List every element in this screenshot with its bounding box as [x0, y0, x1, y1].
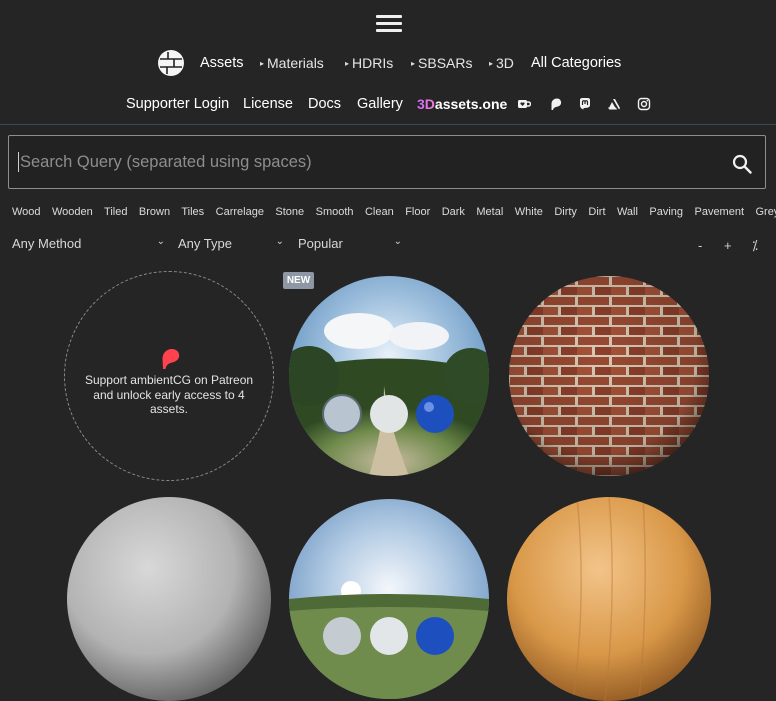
tag-chip[interactable]: Paving	[649, 206, 683, 218]
ambientcg-logo[interactable]	[158, 50, 184, 76]
tag-chip[interactable]: Floor	[405, 206, 430, 218]
nav-sbsars[interactable]: ▸ SBSARs	[411, 55, 472, 71]
tag-list: Wood Wooden Tiled Brown Tiles Carrelage …	[12, 206, 776, 222]
tag-chip[interactable]: Dirt	[588, 206, 605, 218]
tag-chip[interactable]: Clean	[365, 206, 394, 218]
sort-select-value: Popular	[298, 236, 343, 251]
nav-3dassets-one[interactable]: 3Dassets.one	[417, 96, 507, 114]
search-icon[interactable]	[732, 154, 752, 174]
tag-chip[interactable]: Dark	[442, 206, 465, 218]
nav-materials[interactable]: ▸ Materials	[260, 55, 324, 71]
menu-icon[interactable]	[376, 15, 402, 33]
patreon-small-icon[interactable]	[549, 97, 563, 111]
triangle-right-icon: ▸	[411, 59, 416, 68]
triangle-right-icon: ▸	[260, 59, 265, 68]
method-select-value: Any Method	[12, 236, 82, 251]
nav-all-categories[interactable]: All Categories	[531, 55, 621, 71]
tag-chip[interactable]: Wood	[12, 206, 41, 218]
tag-chip[interactable]: Pavement	[694, 206, 744, 218]
search-input[interactable]	[20, 152, 700, 172]
nav-sbsars-label: SBSARs	[418, 55, 473, 71]
nav-gallery[interactable]: Gallery	[357, 96, 403, 112]
text-caret	[18, 152, 19, 172]
tag-chip[interactable]: Stone	[275, 206, 304, 218]
asset-thumbnail-bricks[interactable]	[509, 276, 709, 476]
asset-thumbnail-wood[interactable]	[507, 497, 711, 701]
nav-assets[interactable]: Assets	[200, 55, 244, 71]
sort-select[interactable]: Popular ⌄	[298, 236, 402, 254]
nav-hdris-label: HDRIs	[352, 55, 394, 71]
tag-chip[interactable]: Dirty	[554, 206, 577, 218]
mastodon-icon[interactable]	[578, 97, 592, 111]
tag-chip[interactable]: Wooden	[52, 206, 93, 218]
brand-3d: 3D	[417, 96, 435, 112]
method-select[interactable]: Any Method ⌄	[12, 236, 165, 254]
nav-hdris[interactable]: ▸ HDRIs	[345, 55, 393, 71]
chevron-down-icon: ⌄	[393, 236, 402, 247]
kofi-icon[interactable]	[517, 97, 531, 111]
instagram-icon[interactable]	[637, 97, 651, 111]
tag-chip[interactable]: Tiles	[181, 206, 204, 218]
tag-chip[interactable]: Brown	[139, 206, 170, 218]
tag-chip[interactable]: Tiled	[104, 206, 127, 218]
triangle-right-icon: ▸	[345, 59, 350, 68]
zoom-out-button[interactable]: -	[698, 238, 702, 253]
toggle-percent-icon[interactable]: ⁒	[752, 238, 758, 254]
nav-docs[interactable]: Docs	[308, 96, 341, 112]
nav-materials-label: Materials	[267, 55, 324, 71]
zoom-in-button[interactable]: +	[724, 238, 732, 253]
nav-license[interactable]: License	[243, 96, 293, 112]
patreon-promo-text: Support ambientCG on Patreon and unlock …	[84, 373, 254, 416]
patreon-icon	[162, 349, 180, 369]
chevron-down-icon: ⌄	[156, 236, 165, 247]
triangle-right-icon: ▸	[489, 59, 494, 68]
tag-chip[interactable]: Smooth	[316, 206, 354, 218]
asset-thumbnail-hdri-sky[interactable]	[289, 499, 489, 699]
nav-3d[interactable]: ▸ 3D	[489, 55, 514, 71]
brand-assets-one: assets.one	[434, 96, 508, 112]
nav-supporter-login[interactable]: Supporter Login	[126, 96, 229, 112]
artstation-icon[interactable]	[607, 97, 621, 111]
type-select-value: Any Type	[178, 236, 232, 251]
chevron-down-icon: ⌄	[275, 236, 284, 247]
asset-thumbnail-hdri-field[interactable]	[289, 276, 489, 476]
type-select[interactable]: Any Type ⌄	[178, 236, 284, 254]
tag-chip[interactable]: Metal	[476, 206, 503, 218]
tag-chip[interactable]: Wall	[617, 206, 638, 218]
header-divider	[0, 124, 776, 125]
tag-chip[interactable]: Grey	[755, 206, 776, 218]
tag-chip[interactable]: White	[515, 206, 543, 218]
asset-thumbnail-concrete[interactable]	[67, 497, 271, 701]
nav-3d-label: 3D	[496, 55, 514, 71]
tag-chip[interactable]: Carrelage	[216, 206, 264, 218]
